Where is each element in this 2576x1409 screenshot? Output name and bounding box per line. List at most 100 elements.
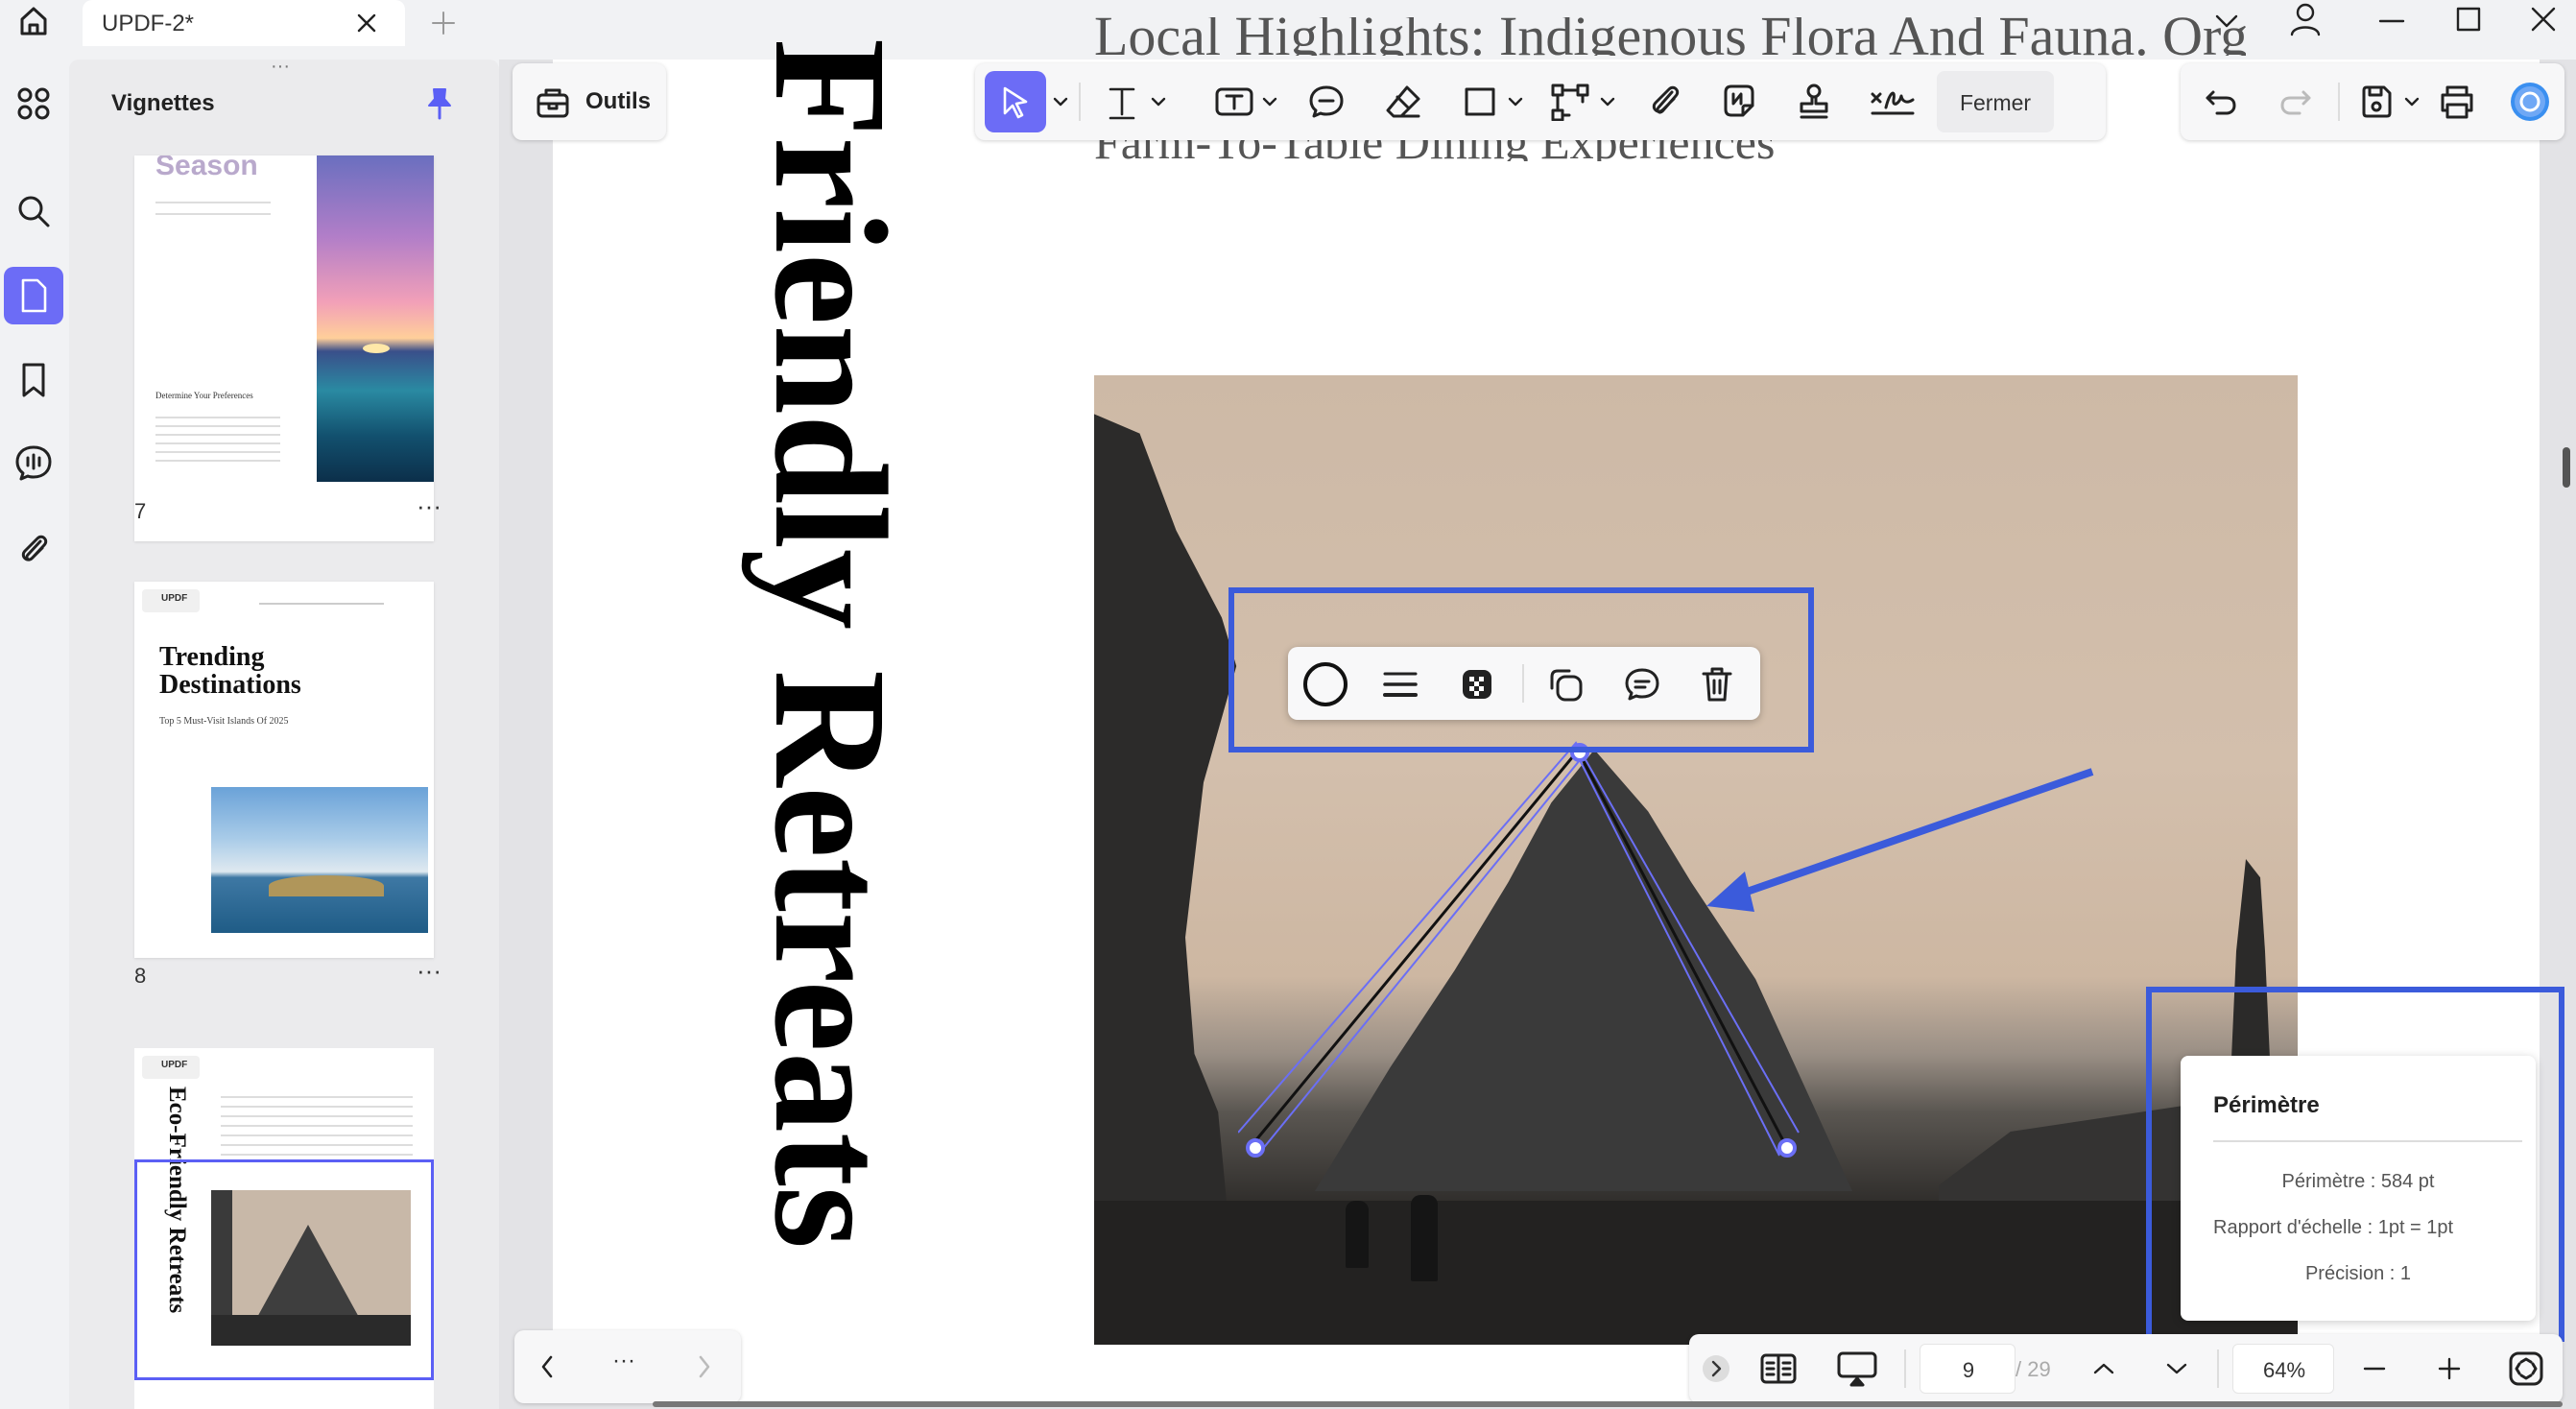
zoom-out-icon[interactable] (2353, 1348, 2396, 1390)
measure-scale: Rapport d'échelle : 1pt = 1pt (2213, 1217, 2454, 1238)
annotation-toolbar: Fermer (975, 63, 2106, 140)
attachment-icon[interactable] (10, 528, 58, 570)
minimize-icon[interactable] (2371, 4, 2413, 38)
zoom-in-icon[interactable] (2428, 1348, 2470, 1390)
search-icon[interactable] (10, 190, 58, 232)
text-tool-icon[interactable] (1098, 77, 1146, 127)
bottom-view-bar: 9 / 29 64% (1689, 1334, 2563, 1403)
delete-icon[interactable] (1691, 658, 1743, 710)
fermer-button[interactable]: Fermer (1937, 71, 2054, 132)
copy-icon[interactable] (1539, 658, 1591, 710)
thumb-more-button[interactable]: ··· (417, 491, 441, 521)
thumb-subtitle: Determine Your Preferences (155, 391, 253, 400)
shape-context-toolbar (1288, 647, 1760, 720)
fermer-label: Fermer (1959, 90, 2032, 115)
toolbar-divider (2217, 1349, 2219, 1388)
opacity-icon[interactable] (1451, 658, 1503, 710)
page-layout-icon[interactable] (1754, 1346, 1802, 1392)
ai-assistant-icon[interactable] (2505, 77, 2555, 127)
chevron-down-icon[interactable] (1505, 88, 1526, 115)
stamp-icon[interactable] (1789, 77, 1839, 127)
thumb-page-number: 8 (134, 964, 147, 988)
text-box-icon[interactable] (1209, 77, 1259, 127)
page-scroll-nav: ··· (514, 1330, 741, 1403)
chevron-down-icon[interactable] (1597, 88, 1618, 115)
sticker-icon[interactable] (1714, 77, 1764, 127)
toolbox-icon (532, 81, 574, 123)
thumb-title: Season (155, 155, 258, 181)
chevron-right-icon[interactable] (683, 1346, 726, 1388)
comment-icon[interactable] (1616, 658, 1668, 710)
toolbar-divider (1904, 1349, 1906, 1388)
signature-icon[interactable] (1864, 77, 1921, 127)
redo-icon[interactable] (2271, 77, 2321, 127)
measure-tool-icon[interactable] (1545, 77, 1595, 127)
toolbar-divider (1079, 83, 1081, 121)
maximize-icon[interactable] (2447, 2, 2490, 36)
chevron-down-icon[interactable] (1259, 88, 1280, 115)
chevron-left-icon[interactable] (526, 1346, 568, 1388)
line-weight-icon[interactable] (1374, 658, 1426, 710)
thumbnail-page-7[interactable]: Season Determine Your Preferences (134, 155, 434, 541)
chevron-down-icon[interactable] (1050, 88, 1071, 115)
stroke-color-icon[interactable] (1300, 658, 1351, 710)
measure-title: Périmètre (2213, 1092, 2320, 1118)
more-button[interactable]: ··· (612, 1348, 635, 1374)
tab-title: UPDF-2* (102, 11, 195, 36)
vertical-scrollbar[interactable] (2563, 447, 2570, 488)
presentation-icon[interactable] (1831, 1346, 1883, 1392)
thumb-more-button[interactable]: ··· (417, 956, 441, 986)
expand-panel-icon[interactable] (1697, 1349, 1735, 1388)
pages-icon[interactable] (4, 267, 63, 324)
outils-button[interactable]: Outils (513, 63, 666, 140)
vertex-handle[interactable] (1242, 1134, 1271, 1163)
bookmark-icon[interactable] (10, 359, 58, 401)
zoom-input[interactable]: 64% (2232, 1344, 2334, 1394)
horizontal-scrollbar[interactable] (653, 1401, 2563, 1407)
toolbar-divider (1522, 664, 1524, 703)
new-tab-icon[interactable] (424, 6, 463, 40)
page-number-input[interactable]: 9 (1920, 1344, 2015, 1394)
select-tool-icon[interactable] (985, 71, 1046, 132)
vertex-handle[interactable] (1774, 1134, 1802, 1163)
measure-perimeter: Périmètre : 584 pt (2281, 1171, 2435, 1192)
home-icon[interactable] (10, 2, 58, 40)
close-window-icon[interactable] (2522, 2, 2564, 36)
close-tab-icon[interactable] (349, 6, 384, 40)
ai-chat-icon[interactable] (10, 442, 58, 484)
beach-ground (1094, 1201, 2298, 1345)
rectangle-tool-icon[interactable] (1455, 77, 1505, 127)
chevron-up-icon[interactable] (2083, 1348, 2125, 1390)
sunset-ocean-image (317, 155, 434, 482)
chevron-down-icon[interactable] (1148, 88, 1169, 115)
thumb-page-number: 7 (134, 499, 147, 523)
chevron-down-icon[interactable] (2156, 1348, 2198, 1390)
comment-tool-icon[interactable] (1301, 77, 1351, 127)
thumb-header-line (259, 603, 384, 605)
thumbnail-panel: ··· Vignettes Season Determine Your Pref… (69, 57, 499, 1409)
thumb-paragraph (221, 1088, 413, 1156)
fit-page-icon[interactable] (2503, 1346, 2549, 1392)
drag-handle[interactable]: ··· (271, 57, 299, 76)
chevron-down-icon[interactable] (2401, 88, 2422, 115)
vertical-title: Friendly Retreats (741, 38, 919, 1250)
undo-icon[interactable] (2196, 77, 2246, 127)
updf-logo: UPDF (142, 589, 200, 612)
apps-grid-icon[interactable] (10, 83, 58, 125)
save-icon[interactable] (2351, 77, 2401, 127)
sun-glow (363, 344, 390, 353)
island-image (211, 787, 428, 933)
measure-precision: Précision : 1 (2304, 1263, 2412, 1284)
eraser-icon[interactable] (1378, 77, 1428, 127)
outils-label: Outils (585, 88, 652, 114)
document-tab[interactable]: UPDF-2* (83, 0, 405, 46)
document-actions-toolbar (2181, 63, 2564, 140)
sidebar-title: Vignettes (111, 90, 215, 116)
page-total: / 29 (2015, 1357, 2051, 1381)
attachment-tool-icon[interactable] (1639, 77, 1689, 127)
account-icon[interactable] (2284, 0, 2326, 38)
document-heading-top: Local Highlights: Indigenous Flora And F… (1094, 17, 2246, 56)
thumbnail-page-8[interactable]: UPDF Trending Destinations Top 5 Must-Vi… (134, 582, 434, 958)
pin-icon[interactable] (420, 84, 459, 123)
print-icon[interactable] (2432, 77, 2482, 127)
